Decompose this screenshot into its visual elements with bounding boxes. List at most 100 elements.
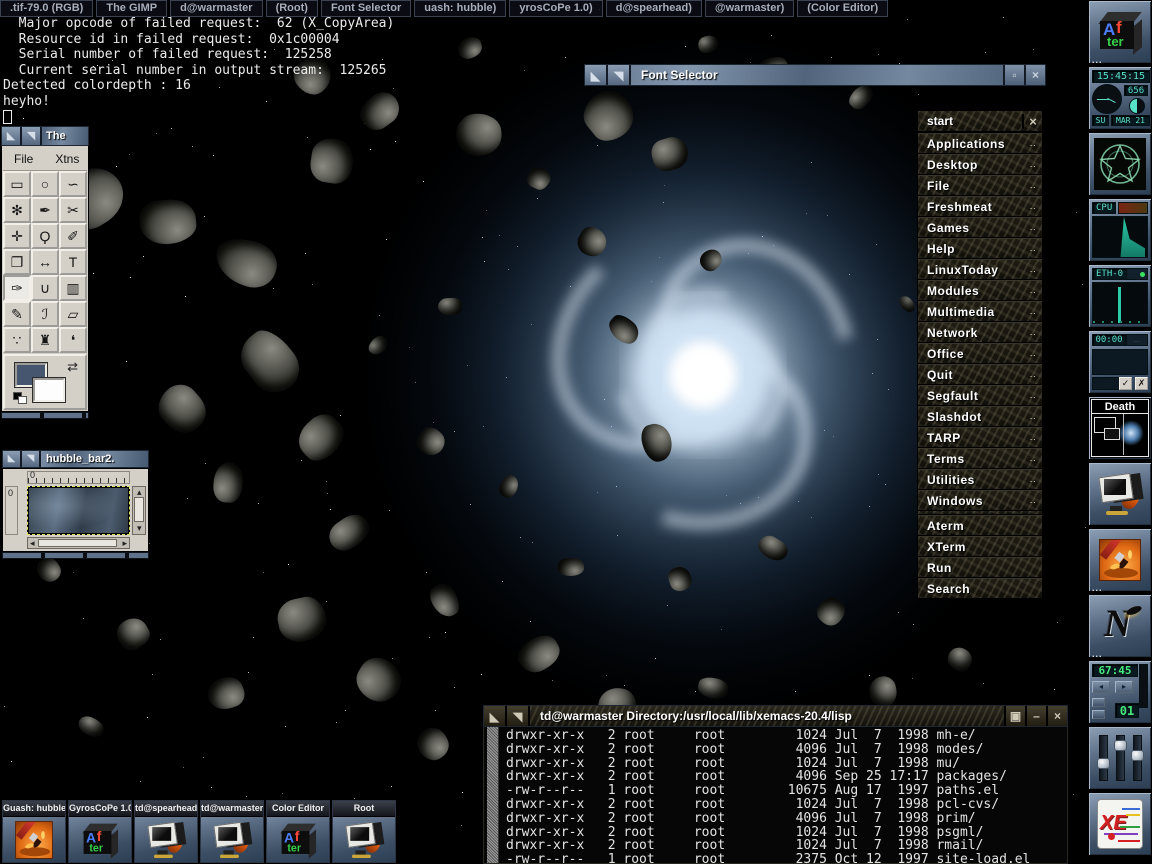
menu-item-segfault[interactable]: Segfault‥ xyxy=(918,385,1042,406)
default-colors-icon[interactable] xyxy=(13,392,27,404)
cd-next-button[interactable]: ▸ xyxy=(1115,681,1133,693)
menu-item-search[interactable]: Search xyxy=(918,578,1042,599)
dock-mixer-applet[interactable] xyxy=(1088,726,1152,790)
taskbar-item-color-editor[interactable]: (Color Editor) xyxy=(797,0,888,17)
iconify-button[interactable]: ▫ xyxy=(1003,65,1024,85)
tool-move[interactable]: ✛ xyxy=(3,223,31,249)
tool-rect-select[interactable]: ▭ xyxy=(3,171,31,197)
menu-item-applications[interactable]: Applications‥ xyxy=(918,133,1042,154)
menu-file[interactable]: File xyxy=(3,152,44,166)
menu-item-tarp[interactable]: TARP‥ xyxy=(918,427,1042,448)
dock-timer-applet[interactable]: 00:00 ... ✓ ✗ xyxy=(1088,330,1152,394)
tool-ellipse-select[interactable]: ○ xyxy=(31,171,59,197)
horizontal-scrollbar[interactable]: ◂ ▸ xyxy=(27,537,130,549)
tool-convolve[interactable]: ❛ xyxy=(59,327,87,353)
window-shade-button[interactable]: ◣ xyxy=(3,451,22,467)
dock-cd-player[interactable]: 67:45 ◂ ▸ 01 xyxy=(1088,660,1152,724)
timer-cancel-button[interactable]: ✗ xyxy=(1135,377,1148,390)
close-button[interactable]: × xyxy=(1046,706,1067,726)
dock-afterstep-button[interactable]: A f ter ... xyxy=(1088,0,1152,64)
dock-ethernet-monitor[interactable]: ETH-0 xyxy=(1088,264,1152,328)
menu-item-network[interactable]: Network‥ xyxy=(918,322,1042,343)
menu-item-run[interactable]: Run xyxy=(918,557,1042,578)
dock-terminal-button[interactable] xyxy=(1088,462,1152,526)
tool-fuzzy-select[interactable]: ✻ xyxy=(3,197,31,223)
taskbar-item-the-gimp[interactable]: The GIMP xyxy=(96,0,167,17)
dock-xemacs-button[interactable]: XE xyxy=(1088,792,1152,856)
tool-crop[interactable]: ✐ xyxy=(59,223,87,249)
menu-item-modules[interactable]: Modules‥ xyxy=(918,280,1042,301)
menu-item-quit[interactable]: Quit‥ xyxy=(918,364,1042,385)
taskbar-item-root[interactable]: (Root) xyxy=(266,0,318,17)
menu-item-freshmeat[interactable]: Freshmeat‥ xyxy=(918,196,1042,217)
cd-stop-button[interactable] xyxy=(1092,698,1105,707)
tool-paintbrush[interactable]: ℐ xyxy=(31,301,59,327)
tool-color-picker[interactable]: ✑ xyxy=(3,275,31,301)
window-menu-button[interactable]: ◥ xyxy=(608,65,631,85)
timer-input[interactable] xyxy=(1092,377,1122,390)
tool-blend[interactable]: ▥ xyxy=(59,275,87,301)
window-menu-button[interactable]: ◥ xyxy=(507,706,530,726)
window-menu-button[interactable]: ◥ xyxy=(22,127,42,145)
tool-magnify[interactable]: Ϙ xyxy=(31,223,59,249)
taskbar-item-tif-image[interactable]: .tif-79.0 (RGB) xyxy=(0,0,93,17)
window-shade-button[interactable]: ◣ xyxy=(585,65,608,85)
menu-item-multimedia[interactable]: Multimedia‥ xyxy=(918,301,1042,322)
tool-bezier-select[interactable]: ✒ xyxy=(31,197,59,223)
icon-root[interactable]: Root xyxy=(332,800,396,863)
tool-clone[interactable]: ♜ xyxy=(31,327,59,353)
menu-item-linuxtoday[interactable]: LinuxToday‥ xyxy=(918,259,1042,280)
timer-ok-button[interactable]: ✓ xyxy=(1119,377,1132,390)
tool-pencil[interactable]: ✎ xyxy=(3,301,31,327)
taskbar-item-font-selector[interactable]: Font Selector xyxy=(321,0,411,17)
scroll-down-icon[interactable]: ▾ xyxy=(137,524,142,533)
font-selector-titlebar[interactable]: ◣ ◥ Font Selector ▫ × xyxy=(584,64,1046,86)
tool-flip[interactable]: ↔ xyxy=(31,249,59,275)
maximize-button[interactable]: ▣ xyxy=(1004,706,1025,726)
icon-gyroscope[interactable]: GyrosCoPe 1.0 After xyxy=(68,800,132,863)
icon-td-spearhead[interactable]: td@spearhead xyxy=(134,800,198,863)
image-window-titlebar[interactable]: ◣ ◥ hubble_bar2. xyxy=(2,450,149,468)
menu-item-file[interactable]: File‥ xyxy=(918,175,1042,196)
gimp-toolbox-titlebar[interactable]: ◣ ◥ The xyxy=(1,126,89,146)
image-canvas[interactable] xyxy=(27,486,130,535)
slider-knob[interactable] xyxy=(1097,758,1110,769)
menu-item-help[interactable]: Help‥ xyxy=(918,238,1042,259)
pager-desktop-thumbnail[interactable] xyxy=(1092,414,1148,455)
window-bottom-border[interactable] xyxy=(1,412,89,419)
vertical-scrollbar[interactable]: ▴ ▾ xyxy=(132,486,146,535)
taskbar-item-warmaster[interactable]: d@warmaster xyxy=(170,0,262,17)
dock-pentagram-button[interactable] xyxy=(1088,132,1152,196)
dock-netscape-button[interactable]: N ... xyxy=(1088,594,1152,658)
cd-eject-button[interactable] xyxy=(1092,710,1105,719)
menu-item-slashdot[interactable]: Slashdot‥ xyxy=(918,406,1042,427)
taskbar-item-warmaster-2[interactable]: @warmaster) xyxy=(705,0,794,17)
terminal-scrollbar[interactable] xyxy=(487,727,499,863)
tool-bucket-fill[interactable]: ∪ xyxy=(31,275,59,301)
background-color-swatch[interactable] xyxy=(33,378,65,402)
scrollbar-thumb[interactable] xyxy=(134,497,144,522)
dock-cpu-monitor[interactable]: CPU xyxy=(1088,198,1152,262)
tool-free-select[interactable]: ∽ xyxy=(59,171,87,197)
cd-prev-button[interactable]: ◂ xyxy=(1092,681,1110,693)
icon-color-editor[interactable]: Color Editor After xyxy=(266,800,330,863)
taskbar-item-spearhead[interactable]: d@spearhead) xyxy=(606,0,702,17)
scroll-up-icon[interactable]: ▴ xyxy=(137,488,142,497)
tool-text[interactable]: T xyxy=(59,249,87,275)
menu-item-xterm[interactable]: XTerm xyxy=(918,536,1042,557)
window-bottom-border[interactable] xyxy=(2,552,149,559)
mini-window[interactable] xyxy=(1104,428,1120,440)
menu-item-desktop[interactable]: Desktop‥ xyxy=(918,154,1042,175)
slider-knob[interactable] xyxy=(1131,750,1144,761)
menu-xtns[interactable]: Xtns xyxy=(44,152,90,166)
menu-item-terms[interactable]: Terms‥ xyxy=(918,448,1042,469)
dock-clock-applet[interactable]: 15:45:15 656 SU MAR 21 xyxy=(1088,66,1152,130)
volume-slider[interactable] xyxy=(1116,735,1125,781)
volume-slider[interactable] xyxy=(1133,735,1142,781)
terminal-titlebar[interactable]: ◣ ◥ td@warmaster Directory:/usr/local/li… xyxy=(483,705,1068,727)
terminal-content[interactable]: drwxr-xr-x 2 root root 1024 Jul 7 1998 m… xyxy=(483,727,1068,864)
window-shade-button[interactable]: ◣ xyxy=(2,127,22,145)
icon-td-warmaster[interactable]: td@warmaster xyxy=(200,800,264,863)
dock-gimp-button[interactable]: ... xyxy=(1088,528,1152,592)
menu-item-utilities[interactable]: Utilities‥ xyxy=(918,469,1042,490)
